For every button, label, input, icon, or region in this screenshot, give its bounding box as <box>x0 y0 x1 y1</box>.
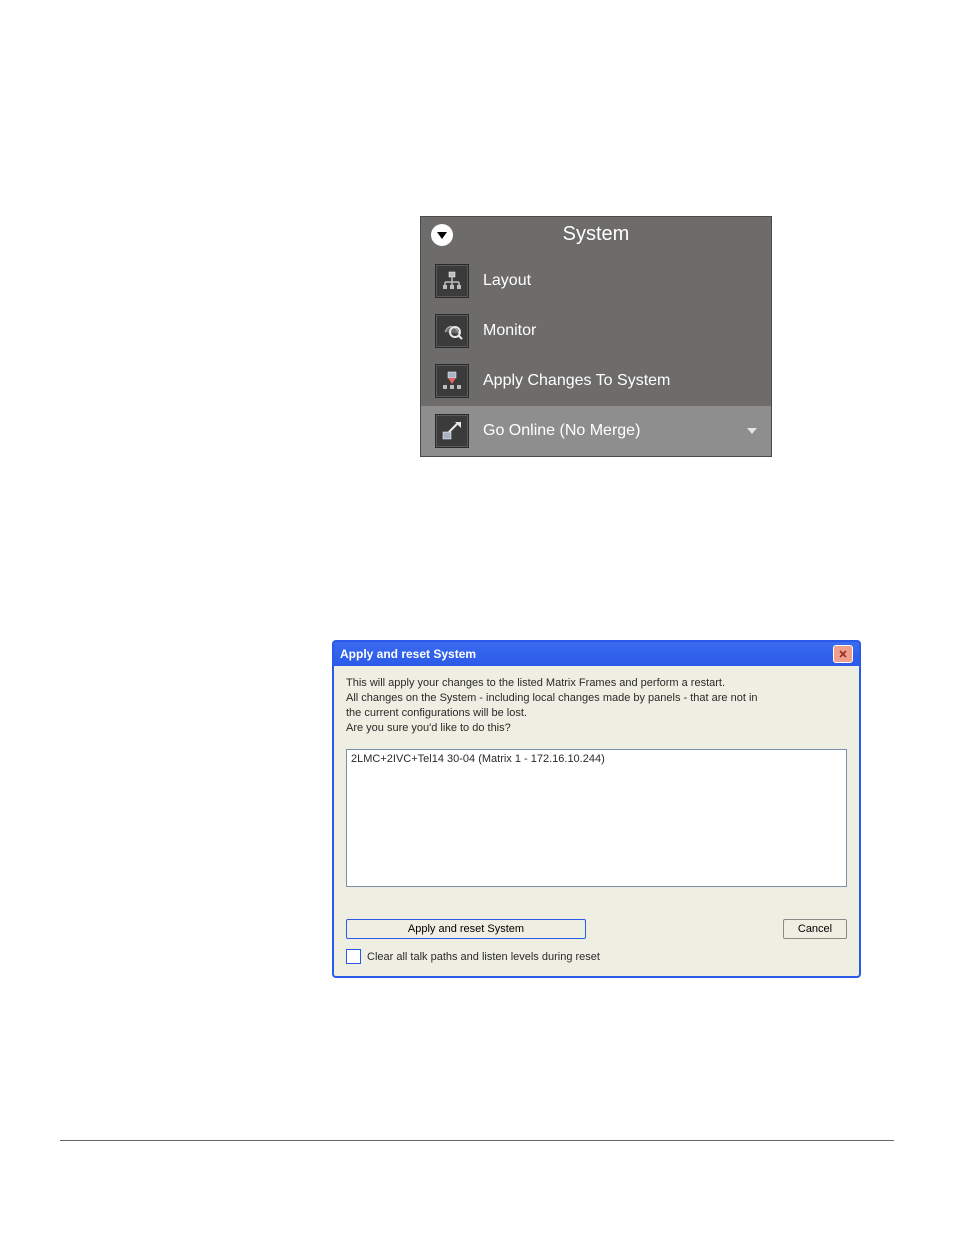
list-item[interactable]: 2LMC+2IVC+Tel14 30-04 (Matrix 1 - 172.16… <box>351 753 842 765</box>
clear-talk-paths-option[interactable]: Clear all talk paths and listen levels d… <box>346 949 847 964</box>
monitor-icon <box>435 314 469 348</box>
dialog-titlebar: Apply and reset System <box>334 642 859 666</box>
dialog-body: This will apply your changes to the list… <box>334 666 859 976</box>
menu-item-label: Layout <box>483 272 531 290</box>
matrix-frames-listbox[interactable]: 2LMC+2IVC+Tel14 30-04 (Matrix 1 - 172.16… <box>346 749 847 887</box>
document-page: System Layout <box>0 0 954 1235</box>
dialog-message: This will apply your changes to the list… <box>346 676 847 735</box>
dialog-message-line: This will apply your changes to the list… <box>346 676 847 691</box>
menu-item-apply-changes[interactable]: Apply Changes To System <box>421 356 771 406</box>
go-online-icon <box>435 414 469 448</box>
footer-divider <box>60 1140 894 1141</box>
system-menu-title: System <box>431 223 761 246</box>
menu-item-label: Go Online (No Merge) <box>483 422 640 440</box>
menu-item-label: Monitor <box>483 322 536 340</box>
dialog-message-line: the current configurations will be lost. <box>346 706 847 721</box>
menu-item-label: Apply Changes To System <box>483 372 670 390</box>
cancel-button[interactable]: Cancel <box>783 919 847 939</box>
menu-item-go-online[interactable]: Go Online (No Merge) <box>421 406 771 456</box>
system-menu-panel: System Layout <box>420 216 772 457</box>
checkbox-icon[interactable] <box>346 949 361 964</box>
dialog-message-line: Are you sure you'd like to do this? <box>346 721 847 736</box>
system-menu-header: System <box>421 217 771 256</box>
dialog-button-row: Apply and reset System Cancel <box>346 919 847 939</box>
chevron-down-icon[interactable] <box>747 422 757 440</box>
dialog-message-line: All changes on the System - including lo… <box>346 691 847 706</box>
menu-item-monitor[interactable]: Monitor <box>421 306 771 356</box>
checkbox-label: Clear all talk paths and listen levels d… <box>367 951 600 963</box>
apply-reset-dialog: Apply and reset System This will apply y… <box>332 640 861 978</box>
layout-icon <box>435 264 469 298</box>
close-button[interactable] <box>833 645 853 663</box>
dialog-title: Apply and reset System <box>340 647 476 661</box>
apply-reset-button[interactable]: Apply and reset System <box>346 919 586 939</box>
apply-icon <box>435 364 469 398</box>
menu-item-layout[interactable]: Layout <box>421 256 771 306</box>
